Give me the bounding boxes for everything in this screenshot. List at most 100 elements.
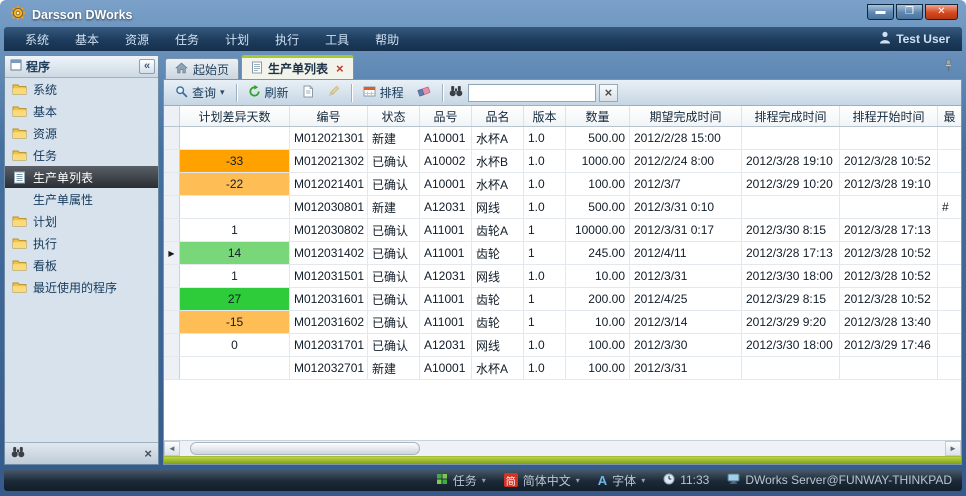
menu-item[interactable]: 计划	[212, 27, 262, 51]
cell[interactable]: 2012/3/30 18:00	[742, 334, 840, 356]
cell[interactable]: 27	[180, 288, 290, 310]
table-row[interactable]: 0M012031701已确认A12031网线1.0100.002012/3/30…	[164, 334, 961, 357]
cell[interactable]: A11001	[420, 219, 472, 241]
cell[interactable]: 10000.00	[566, 219, 630, 241]
table-row[interactable]: M012032701新建A10001水杯A1.0100.002012/3/31	[164, 357, 961, 380]
cell[interactable]: 100.00	[566, 334, 630, 356]
cell[interactable]: 已确认	[368, 311, 420, 333]
pin-icon[interactable]	[943, 59, 954, 75]
tab-start-page[interactable]: 起始页	[165, 58, 239, 79]
cell[interactable]: 2012/3/14	[630, 311, 742, 333]
task-status-menu[interactable]: 任务 ▾	[436, 472, 486, 489]
clear-input-button[interactable]: ×	[599, 84, 619, 102]
column-header[interactable]: 排程完成时间	[742, 106, 840, 126]
cell[interactable]: 2012/3/29 9:20	[742, 311, 840, 333]
clear-filter-icon[interactable]: ×	[144, 447, 152, 460]
maximize-button[interactable]: ❐	[896, 4, 923, 20]
cell[interactable]: 新建	[368, 357, 420, 379]
cell[interactable]: 1.0	[524, 127, 566, 149]
cell[interactable]	[938, 150, 961, 172]
column-header[interactable]: 计划差异天数	[180, 106, 290, 126]
menu-item[interactable]: 工具	[312, 27, 362, 51]
cell[interactable]: 已确认	[368, 242, 420, 264]
cell[interactable]: 10.00	[566, 311, 630, 333]
close-button[interactable]: ✕	[925, 4, 958, 20]
cell[interactable]	[938, 173, 961, 195]
cell[interactable]: 2012/3/29 17:46	[840, 334, 938, 356]
sidebar-item[interactable]: 最近使用的程序	[5, 276, 158, 298]
cell[interactable]	[938, 311, 961, 333]
collapse-sidebar-button[interactable]: «	[139, 59, 155, 74]
cell[interactable]: 2012/2/24 8:00	[630, 150, 742, 172]
refresh-button[interactable]: 刷新	[243, 82, 294, 103]
cell[interactable]: 2012/3/30 8:15	[742, 219, 840, 241]
cell[interactable]: 2012/3/31	[630, 265, 742, 287]
cell[interactable]: 1	[180, 219, 290, 241]
menu-item[interactable]: 执行	[262, 27, 312, 51]
cell[interactable]	[180, 196, 290, 218]
cell[interactable]: 新建	[368, 196, 420, 218]
cell[interactable]	[742, 196, 840, 218]
cell[interactable]: 2012/3/29 8:15	[742, 288, 840, 310]
column-header[interactable]: 品号	[420, 106, 472, 126]
cell[interactable]: 2012/3/30 18:00	[742, 265, 840, 287]
cell[interactable]: M012021301	[290, 127, 368, 149]
cell[interactable]: 1	[524, 311, 566, 333]
schedule-button[interactable]: 排程	[358, 82, 409, 103]
cell[interactable]: 2012/3/31	[630, 357, 742, 379]
cell[interactable]: 14	[180, 242, 290, 264]
close-tab-icon[interactable]: ×	[336, 62, 344, 75]
cell[interactable]: 2012/3/7	[630, 173, 742, 195]
cell[interactable]: -15	[180, 311, 290, 333]
cell[interactable]: M012021401	[290, 173, 368, 195]
table-row[interactable]: ▶14M012031402已确认A11001齿轮1245.002012/4/11…	[164, 242, 961, 265]
cell[interactable]: 2012/2/28 15:00	[630, 127, 742, 149]
table-row[interactable]: -15M012031602已确认A11001齿轮110.002012/3/142…	[164, 311, 961, 334]
cell[interactable]: 齿轮A	[472, 219, 524, 241]
cell[interactable]	[938, 357, 961, 379]
sidebar-item[interactable]: 基本	[5, 100, 158, 122]
cell[interactable]: M012031402	[290, 242, 368, 264]
cell[interactable]: 1	[524, 288, 566, 310]
cell[interactable]: 0	[180, 334, 290, 356]
column-header[interactable]: 品名	[472, 106, 524, 126]
cell[interactable]	[742, 127, 840, 149]
cell[interactable]: A12031	[420, 265, 472, 287]
cell[interactable]: A11001	[420, 311, 472, 333]
cell[interactable]	[938, 288, 961, 310]
scroll-right-button[interactable]: ►	[945, 441, 961, 456]
cell[interactable]: 1	[524, 219, 566, 241]
sidebar-item[interactable]: 执行	[5, 232, 158, 254]
cell[interactable]: 2012/3/28 10:52	[840, 242, 938, 264]
cell[interactable]: 2012/3/28 19:10	[840, 173, 938, 195]
cell[interactable]: 网线	[472, 334, 524, 356]
cell[interactable]: 网线	[472, 196, 524, 218]
cell[interactable]: 水杯B	[472, 150, 524, 172]
cell[interactable]: A10001	[420, 173, 472, 195]
titlebar[interactable]: Darsson DWorks ▬ ❐ ✕	[4, 0, 962, 27]
cell[interactable]: 水杯A	[472, 173, 524, 195]
cell[interactable]	[742, 357, 840, 379]
cell[interactable]: 1.0	[524, 265, 566, 287]
clock-status[interactable]: 11:33	[663, 473, 709, 488]
font-menu[interactable]: A 字体 ▾	[598, 472, 645, 489]
column-header[interactable]: 版本	[524, 106, 566, 126]
scroll-left-button[interactable]: ◄	[164, 441, 180, 456]
cell[interactable]	[938, 219, 961, 241]
cell[interactable]: 已确认	[368, 219, 420, 241]
table-row[interactable]: -33M012021302已确认A10002水杯B1.01000.002012/…	[164, 150, 961, 173]
edit-button[interactable]	[322, 83, 345, 103]
minimize-button[interactable]: ▬	[867, 4, 894, 20]
cell[interactable]: 100.00	[566, 173, 630, 195]
scrollbar-track[interactable]	[180, 441, 945, 456]
cell[interactable]: 100.00	[566, 357, 630, 379]
cell[interactable]: 2012/3/31 0:17	[630, 219, 742, 241]
tab-production-order-list[interactable]: 生产单列表 ×	[241, 55, 354, 79]
cell[interactable]: 水杯A	[472, 127, 524, 149]
user-info[interactable]: Test User	[879, 31, 954, 47]
menu-item[interactable]: 系统	[12, 27, 62, 51]
cell[interactable]: -22	[180, 173, 290, 195]
menu-item[interactable]: 基本	[62, 27, 112, 51]
cell[interactable]	[938, 127, 961, 149]
cell[interactable]: A10001	[420, 127, 472, 149]
